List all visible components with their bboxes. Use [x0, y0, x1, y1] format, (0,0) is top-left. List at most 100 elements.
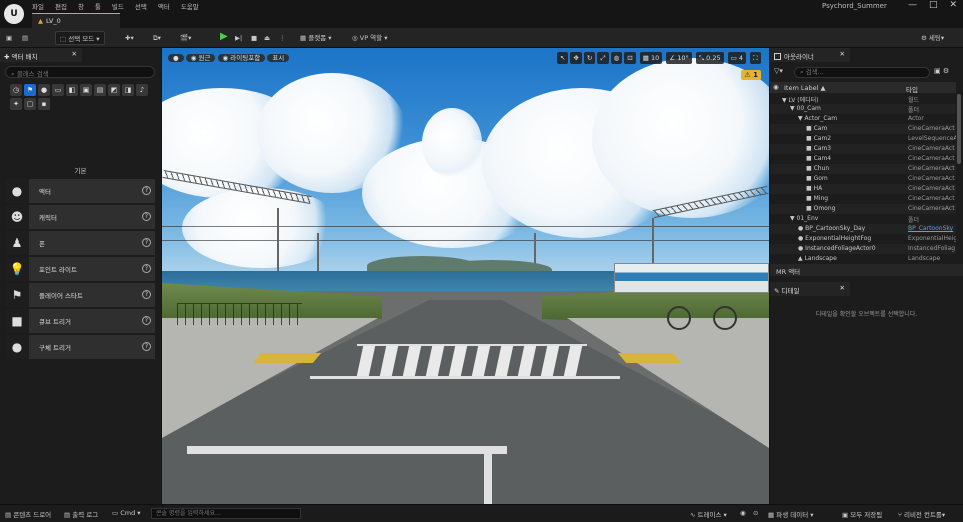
outliner-row[interactable]: ■ Gom CineCameraAct — [770, 174, 956, 184]
settings-dropdown[interactable]: ⚙ 세팅▾ — [921, 31, 944, 45]
add-actor-icon[interactable]: ✚▾ — [125, 31, 134, 45]
outliner-row[interactable]: ● InstancedFoliageActor0 InstancedFoliag — [770, 244, 956, 254]
play-icon[interactable]: ▶ — [220, 30, 228, 44]
revision-control-button[interactable]: ⑂ 리비전 컨트롤▾ — [898, 509, 945, 519]
outliner-row[interactable]: ▲ Landscape Landscape — [770, 254, 956, 264]
cinematic-category-button[interactable]: ▭ — [52, 84, 64, 96]
trace-dropdown[interactable]: ∿ 트레이스 ▾ — [690, 509, 727, 519]
outliner-row[interactable]: ▼ LV (에디터) 월드 — [770, 94, 956, 104]
menu-actor[interactable]: 액터 — [158, 1, 170, 11]
select-mode-dropdown[interactable]: ⬚ 선택 모드 ▾ — [55, 31, 105, 45]
menu-edit[interactable]: 편집 — [55, 1, 67, 11]
eye-icon[interactable]: ◉ — [773, 83, 779, 91]
output-log-button[interactable]: ▤ 출력 로그 — [64, 509, 98, 519]
help-icon[interactable]: ? — [142, 290, 151, 299]
outliner-row[interactable]: ● BP_CartoonSky_Day BP_CartoonSky — [770, 224, 956, 234]
advance-frame-icon[interactable]: ▶| — [235, 31, 242, 45]
geometry-category-button[interactable]: ◩ — [108, 84, 120, 96]
volumes-category-button[interactable]: ▣ — [80, 84, 92, 96]
world-local-icon[interactable]: ◍ — [610, 52, 623, 64]
outliner-tab[interactable]: 아웃라이너 ✕ — [770, 48, 850, 62]
close-tab-icon[interactable]: ✕ — [840, 50, 845, 58]
outliner-row[interactable]: ▼ Actor_Cam Actor — [770, 114, 956, 124]
rotation-snap-button[interactable]: ∠ 10° — [666, 52, 692, 64]
outliner-row[interactable]: ▼ 01_Env 폴더 — [770, 214, 956, 224]
surface-snap-icon[interactable]: ⊡ — [624, 52, 636, 64]
outliner-row[interactable]: ■ Cam CineCameraAct — [770, 124, 956, 134]
help-icon[interactable]: ? — [142, 212, 151, 221]
warning-badge[interactable]: ⚠ 1 — [741, 70, 761, 80]
lit-mode-button[interactable]: ◉ 라이팅포함 — [217, 54, 266, 62]
list-item-sphere-trigger[interactable]: ● 구체 트리거 ? — [5, 335, 155, 359]
list-item-cube-trigger[interactable]: ■ 큐브 트리거 ? — [5, 309, 155, 333]
outliner-search-input[interactable]: ⌕ 검색... — [794, 67, 930, 78]
help-icon[interactable]: ? — [142, 342, 151, 351]
other-category-button[interactable]: ▢ — [24, 98, 36, 110]
menu-build[interactable]: 빌드 — [112, 1, 124, 11]
show-button[interactable]: 표시 — [267, 54, 290, 62]
type-column[interactable]: 타입 — [906, 84, 918, 94]
derived-data-button[interactable]: ▦ 파생 데이터 ▾ — [768, 509, 814, 519]
recent-category-button[interactable]: ◷ — [10, 84, 22, 96]
list-item-player-start[interactable]: ⚑ 플레이어 스타트 ? — [5, 283, 155, 307]
outliner-row[interactable]: ■ Cam2 LevelSequenceA — [770, 134, 956, 144]
save-icon[interactable]: ▣ — [6, 31, 12, 45]
list-item-point-light[interactable]: 💡 포인트 라이트 ? — [5, 257, 155, 281]
console-command-input[interactable]: 콘솔 명령을 입력하세요... — [151, 508, 301, 519]
mr-actor-bar[interactable]: MR 액터 — [770, 264, 963, 276]
camera-speed-button[interactable]: ▭ 4 — [727, 52, 747, 64]
outliner-row[interactable]: ● ExponentialHeightFog ExponentialHeig — [770, 234, 956, 244]
select-tool-icon[interactable]: ↖ — [557, 52, 569, 64]
grid-snap-button[interactable]: ▦ 10 — [639, 52, 663, 64]
outliner-row[interactable]: ▼ 00_Cam 폴더 — [770, 104, 956, 114]
all-saved-button[interactable]: ▣ 모두 저장됨 — [842, 509, 882, 519]
outliner-row[interactable]: ■ Omong CineCameraAct — [770, 204, 956, 214]
audio-category-button[interactable]: ♪ — [136, 84, 148, 96]
maximize-icon[interactable]: □ — [929, 0, 938, 10]
outliner-row[interactable]: ■ Ming CineCameraAct — [770, 194, 956, 204]
eject-icon[interactable]: ⏏ — [264, 31, 270, 45]
level-viewport[interactable]: ● ◉ 원근 ◉ 라이팅포함 표시 ↖ ✥ ↻ ⤢ ◍ ⊡ ▦ 10 ∠ 10° ⤡ 0.… — [162, 48, 769, 504]
list-item-actor[interactable]: ● 액터 ? — [5, 179, 155, 203]
class-search-input[interactable]: ⌕ 클래스 검색 — [5, 66, 155, 78]
help-icon[interactable]: ? — [142, 238, 151, 247]
maximize-viewport-icon[interactable]: ⛶ — [750, 52, 761, 64]
outliner-row-type[interactable]: BP_CartoonSky — [908, 225, 956, 232]
visual-category-button[interactable]: ◧ — [66, 84, 78, 96]
stop-icon[interactable]: ■ — [251, 31, 257, 45]
help-icon[interactable]: ? — [142, 186, 151, 195]
gear-icon[interactable]: ⚙ — [943, 67, 949, 75]
list-item-pawn[interactable]: ♟ 폰 ? — [5, 231, 155, 255]
menu-window[interactable]: 창 — [78, 1, 84, 11]
navigation-category-button[interactable]: ◨ — [122, 84, 134, 96]
content-browser-icon[interactable]: ▤ — [22, 31, 28, 45]
outliner-row[interactable]: ■ Cam4 CineCameraAct — [770, 154, 956, 164]
place-actors-tab[interactable]: ✚ 액터 배치 ✕ — [0, 48, 82, 62]
close-tab-icon[interactable]: ✕ — [72, 50, 77, 58]
outliner-filter-icon[interactable]: ▽▾ — [774, 67, 783, 75]
close-tab-icon[interactable]: ✕ — [840, 284, 845, 292]
item-label-column[interactable]: Item Label ▲ — [784, 84, 825, 92]
extra-category-button[interactable]: ▪ — [38, 98, 50, 110]
menu-file[interactable]: 파일 — [32, 1, 44, 11]
help-icon[interactable]: ? — [142, 316, 151, 325]
rotate-icon[interactable]: ↻ — [583, 52, 596, 64]
all-classes-category-button[interactable]: ▤ — [94, 84, 106, 96]
unreal-logo-icon[interactable]: U — [4, 4, 24, 24]
menu-help[interactable]: 도움말 — [181, 1, 199, 11]
content-drawer-button[interactable]: ▤ 콘텐츠 드로어 — [5, 509, 51, 519]
menu-tools[interactable]: 툴 — [95, 1, 101, 11]
platforms-dropdown[interactable]: ▦ 플랫폼 ▾ — [300, 31, 332, 45]
add-folder-icon[interactable]: ▣ — [934, 67, 943, 75]
close-icon[interactable]: ✕ — [949, 0, 957, 10]
scale-snap-button[interactable]: ⤡ 0.25 — [695, 52, 724, 64]
menu-select[interactable]: 선택 — [135, 1, 147, 11]
scale-icon[interactable]: ⤢ — [597, 52, 609, 64]
help-icon[interactable]: ? — [142, 264, 151, 273]
cmd-dropdown[interactable]: ▭ Cmd ▾ — [112, 509, 141, 517]
lights-category-button[interactable]: ● — [38, 84, 50, 96]
outliner-row[interactable]: ■ Chun CineCameraAct — [770, 164, 956, 174]
basic-category-button[interactable]: ⚑ — [24, 84, 36, 96]
outliner-row[interactable]: ■ HA CineCameraAct — [770, 184, 956, 194]
translate-icon[interactable]: ✥ — [570, 52, 582, 64]
